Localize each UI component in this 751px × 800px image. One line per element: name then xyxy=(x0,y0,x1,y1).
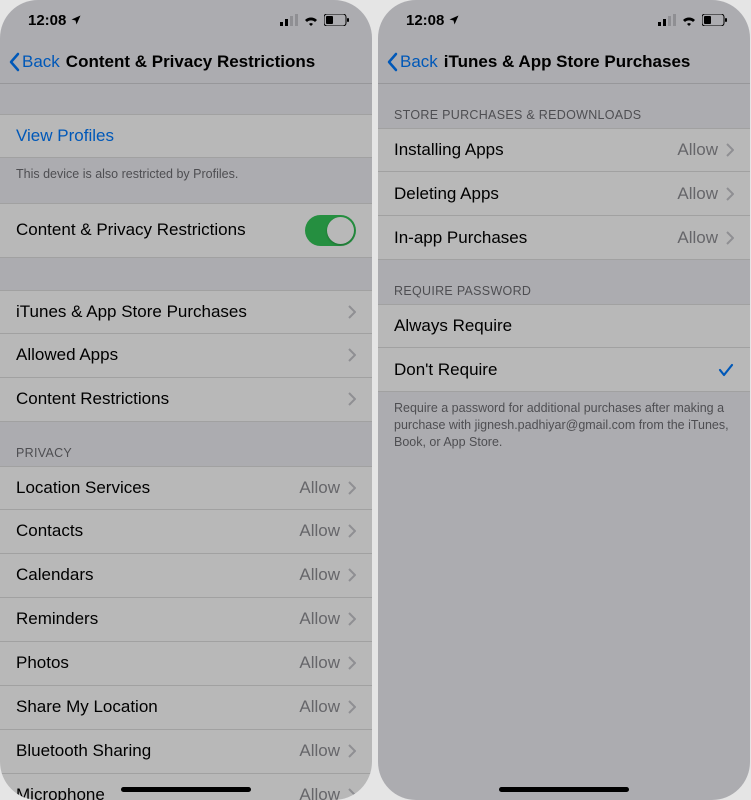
always-require-cell[interactable]: Always Require xyxy=(378,304,750,348)
store-value: Allow xyxy=(677,228,718,248)
status-bar: 12:08 xyxy=(378,0,750,40)
privacy-label: Share My Location xyxy=(16,697,158,717)
itunes-appstore-label: iTunes & App Store Purchases xyxy=(16,302,247,322)
view-profiles-cell[interactable]: View Profiles xyxy=(0,114,372,158)
itunes-appstore-cell[interactable]: iTunes & App Store Purchases xyxy=(0,290,372,334)
battery-icon xyxy=(324,14,350,26)
store-label: In-app Purchases xyxy=(394,228,527,248)
nav-bar: Back iTunes & App Store Purchases xyxy=(378,40,750,84)
status-time: 12:08 xyxy=(406,12,444,29)
location-icon xyxy=(70,14,82,26)
back-button[interactable]: Back xyxy=(386,52,438,72)
store-label: Installing Apps xyxy=(394,140,504,160)
chevron-right-icon xyxy=(348,481,356,495)
content-restrictions-cell[interactable]: Content Restrictions xyxy=(0,378,372,422)
deleting-apps-cell[interactable]: Deleting Apps Allow xyxy=(378,172,750,216)
nav-bar: Back Content & Privacy Restrictions xyxy=(0,40,372,84)
signal-icon xyxy=(658,14,676,26)
content-privacy-toggle-cell[interactable]: Content & Privacy Restrictions xyxy=(0,203,372,258)
chevron-right-icon xyxy=(348,392,356,406)
password-header: REQUIRE PASSWORD xyxy=(378,260,750,304)
home-indicator[interactable] xyxy=(499,787,629,792)
dont-require-label: Don't Require xyxy=(394,360,497,380)
nav-title: iTunes & App Store Purchases xyxy=(444,52,691,72)
privacy-label: Bluetooth Sharing xyxy=(16,741,151,761)
always-require-label: Always Require xyxy=(394,316,512,336)
chevron-right-icon xyxy=(726,143,734,157)
privacy-label: Contacts xyxy=(16,521,83,541)
privacy-label: Location Services xyxy=(16,478,150,498)
chevron-right-icon xyxy=(726,231,734,245)
chevron-right-icon xyxy=(348,348,356,362)
back-label: Back xyxy=(400,52,438,72)
chevron-right-icon xyxy=(348,305,356,319)
home-indicator[interactable] xyxy=(121,787,251,792)
content-privacy-toggle-label: Content & Privacy Restrictions xyxy=(16,220,246,240)
nav-title: Content & Privacy Restrictions xyxy=(66,52,315,72)
privacy-value: Allow xyxy=(299,785,340,800)
privacy-label: Photos xyxy=(16,653,69,673)
installing-apps-cell[interactable]: Installing Apps Allow xyxy=(378,128,750,172)
dont-require-cell[interactable]: Don't Require xyxy=(378,348,750,392)
privacy-cell-sharelocation[interactable]: Share My Location Allow xyxy=(0,686,372,730)
chevron-left-icon xyxy=(8,52,20,72)
chevron-right-icon xyxy=(348,524,356,538)
screen-content-privacy: 12:08 Back Content & Privacy Restriction… xyxy=(0,0,372,800)
toggle-switch[interactable] xyxy=(305,215,356,246)
privacy-label: Microphone xyxy=(16,785,105,800)
wifi-icon xyxy=(303,14,319,26)
privacy-value: Allow xyxy=(299,478,340,498)
privacy-cell-calendars[interactable]: Calendars Allow xyxy=(0,554,372,598)
inapp-purchases-cell[interactable]: In-app Purchases Allow xyxy=(378,216,750,260)
allowed-apps-label: Allowed Apps xyxy=(16,345,118,365)
location-icon xyxy=(448,14,460,26)
privacy-cell-bluetooth[interactable]: Bluetooth Sharing Allow xyxy=(0,730,372,774)
privacy-value: Allow xyxy=(299,653,340,673)
chevron-right-icon xyxy=(348,700,356,714)
screen-itunes-appstore: 12:08 Back iTunes & App Store Purchases … xyxy=(378,0,750,800)
store-value: Allow xyxy=(677,140,718,160)
privacy-value: Allow xyxy=(299,741,340,761)
chevron-right-icon xyxy=(348,656,356,670)
privacy-value: Allow xyxy=(299,565,340,585)
privacy-value: Allow xyxy=(299,697,340,717)
store-label: Deleting Apps xyxy=(394,184,499,204)
chevron-right-icon xyxy=(726,187,734,201)
content-restrictions-label: Content Restrictions xyxy=(16,389,169,409)
privacy-header: PRIVACY xyxy=(0,422,372,466)
store-value: Allow xyxy=(677,184,718,204)
privacy-label: Calendars xyxy=(16,565,94,585)
back-button[interactable]: Back xyxy=(8,52,60,72)
privacy-value: Allow xyxy=(299,521,340,541)
chevron-right-icon xyxy=(348,788,356,800)
store-header: STORE PURCHASES & REDOWNLOADS xyxy=(378,84,750,128)
privacy-cell-location[interactable]: Location Services Allow xyxy=(0,466,372,510)
chevron-right-icon xyxy=(348,612,356,626)
password-note: Require a password for additional purcha… xyxy=(378,392,750,457)
profiles-note: This device is also restricted by Profil… xyxy=(0,158,372,189)
privacy-cell-reminders[interactable]: Reminders Allow xyxy=(0,598,372,642)
battery-icon xyxy=(702,14,728,26)
chevron-right-icon xyxy=(348,744,356,758)
checkmark-icon xyxy=(718,363,734,377)
view-profiles-label: View Profiles xyxy=(16,126,114,146)
privacy-label: Reminders xyxy=(16,609,98,629)
privacy-cell-contacts[interactable]: Contacts Allow xyxy=(0,510,372,554)
wifi-icon xyxy=(681,14,697,26)
status-time: 12:08 xyxy=(28,12,66,29)
signal-icon xyxy=(280,14,298,26)
privacy-value: Allow xyxy=(299,609,340,629)
back-label: Back xyxy=(22,52,60,72)
chevron-right-icon xyxy=(348,568,356,582)
privacy-cell-photos[interactable]: Photos Allow xyxy=(0,642,372,686)
allowed-apps-cell[interactable]: Allowed Apps xyxy=(0,334,372,378)
status-bar: 12:08 xyxy=(0,0,372,40)
chevron-left-icon xyxy=(386,52,398,72)
